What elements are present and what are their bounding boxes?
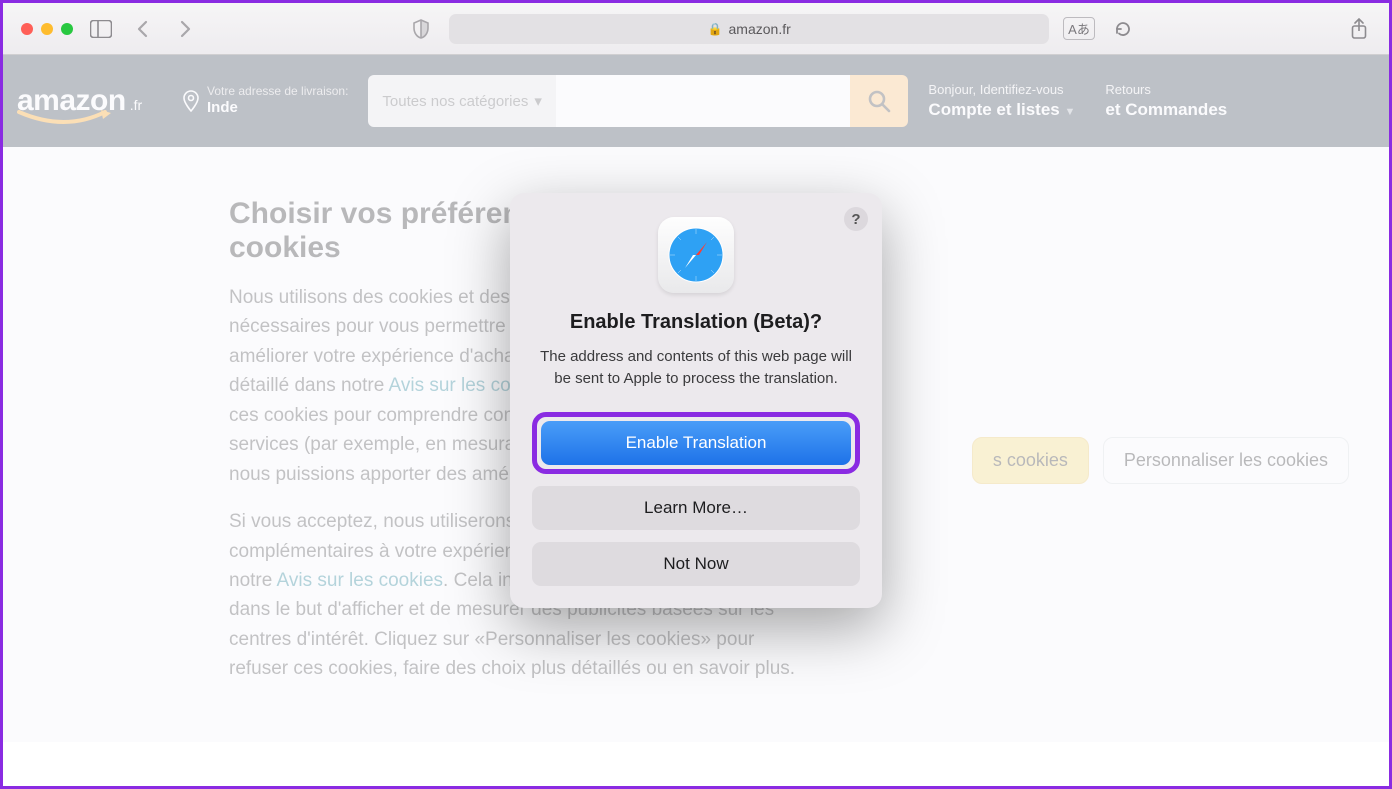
dialog-title: Enable Translation (Beta)? xyxy=(532,311,860,334)
window-controls xyxy=(21,23,73,35)
zoom-window-button[interactable] xyxy=(61,23,73,35)
privacy-shield-icon[interactable] xyxy=(407,15,435,43)
highlighted-action: Enable Translation xyxy=(532,412,860,474)
lock-icon: 🔒 xyxy=(708,22,723,36)
translation-dialog: ? Enable Translation (Beta)? The address… xyxy=(510,193,882,608)
forward-button[interactable] xyxy=(171,15,199,43)
not-now-button[interactable]: Not Now xyxy=(532,542,860,586)
back-button[interactable] xyxy=(129,15,157,43)
help-button[interactable]: ? xyxy=(844,207,868,231)
reload-button[interactable] xyxy=(1109,15,1137,43)
sidebar-toggle-icon[interactable] xyxy=(87,15,115,43)
dialog-description: The address and contents of this web pag… xyxy=(532,346,860,390)
enable-translation-button[interactable]: Enable Translation xyxy=(541,421,851,465)
safari-app-icon xyxy=(658,217,734,293)
learn-more-button[interactable]: Learn More… xyxy=(532,486,860,530)
minimize-window-button[interactable] xyxy=(41,23,53,35)
share-button[interactable] xyxy=(1345,15,1373,43)
close-window-button[interactable] xyxy=(21,23,33,35)
browser-toolbar: 🔒 amazon.fr Aあ xyxy=(3,3,1389,55)
url-text: amazon.fr xyxy=(729,21,791,37)
translate-icon[interactable]: Aあ xyxy=(1063,17,1095,40)
address-bar[interactable]: 🔒 amazon.fr xyxy=(449,14,1049,44)
